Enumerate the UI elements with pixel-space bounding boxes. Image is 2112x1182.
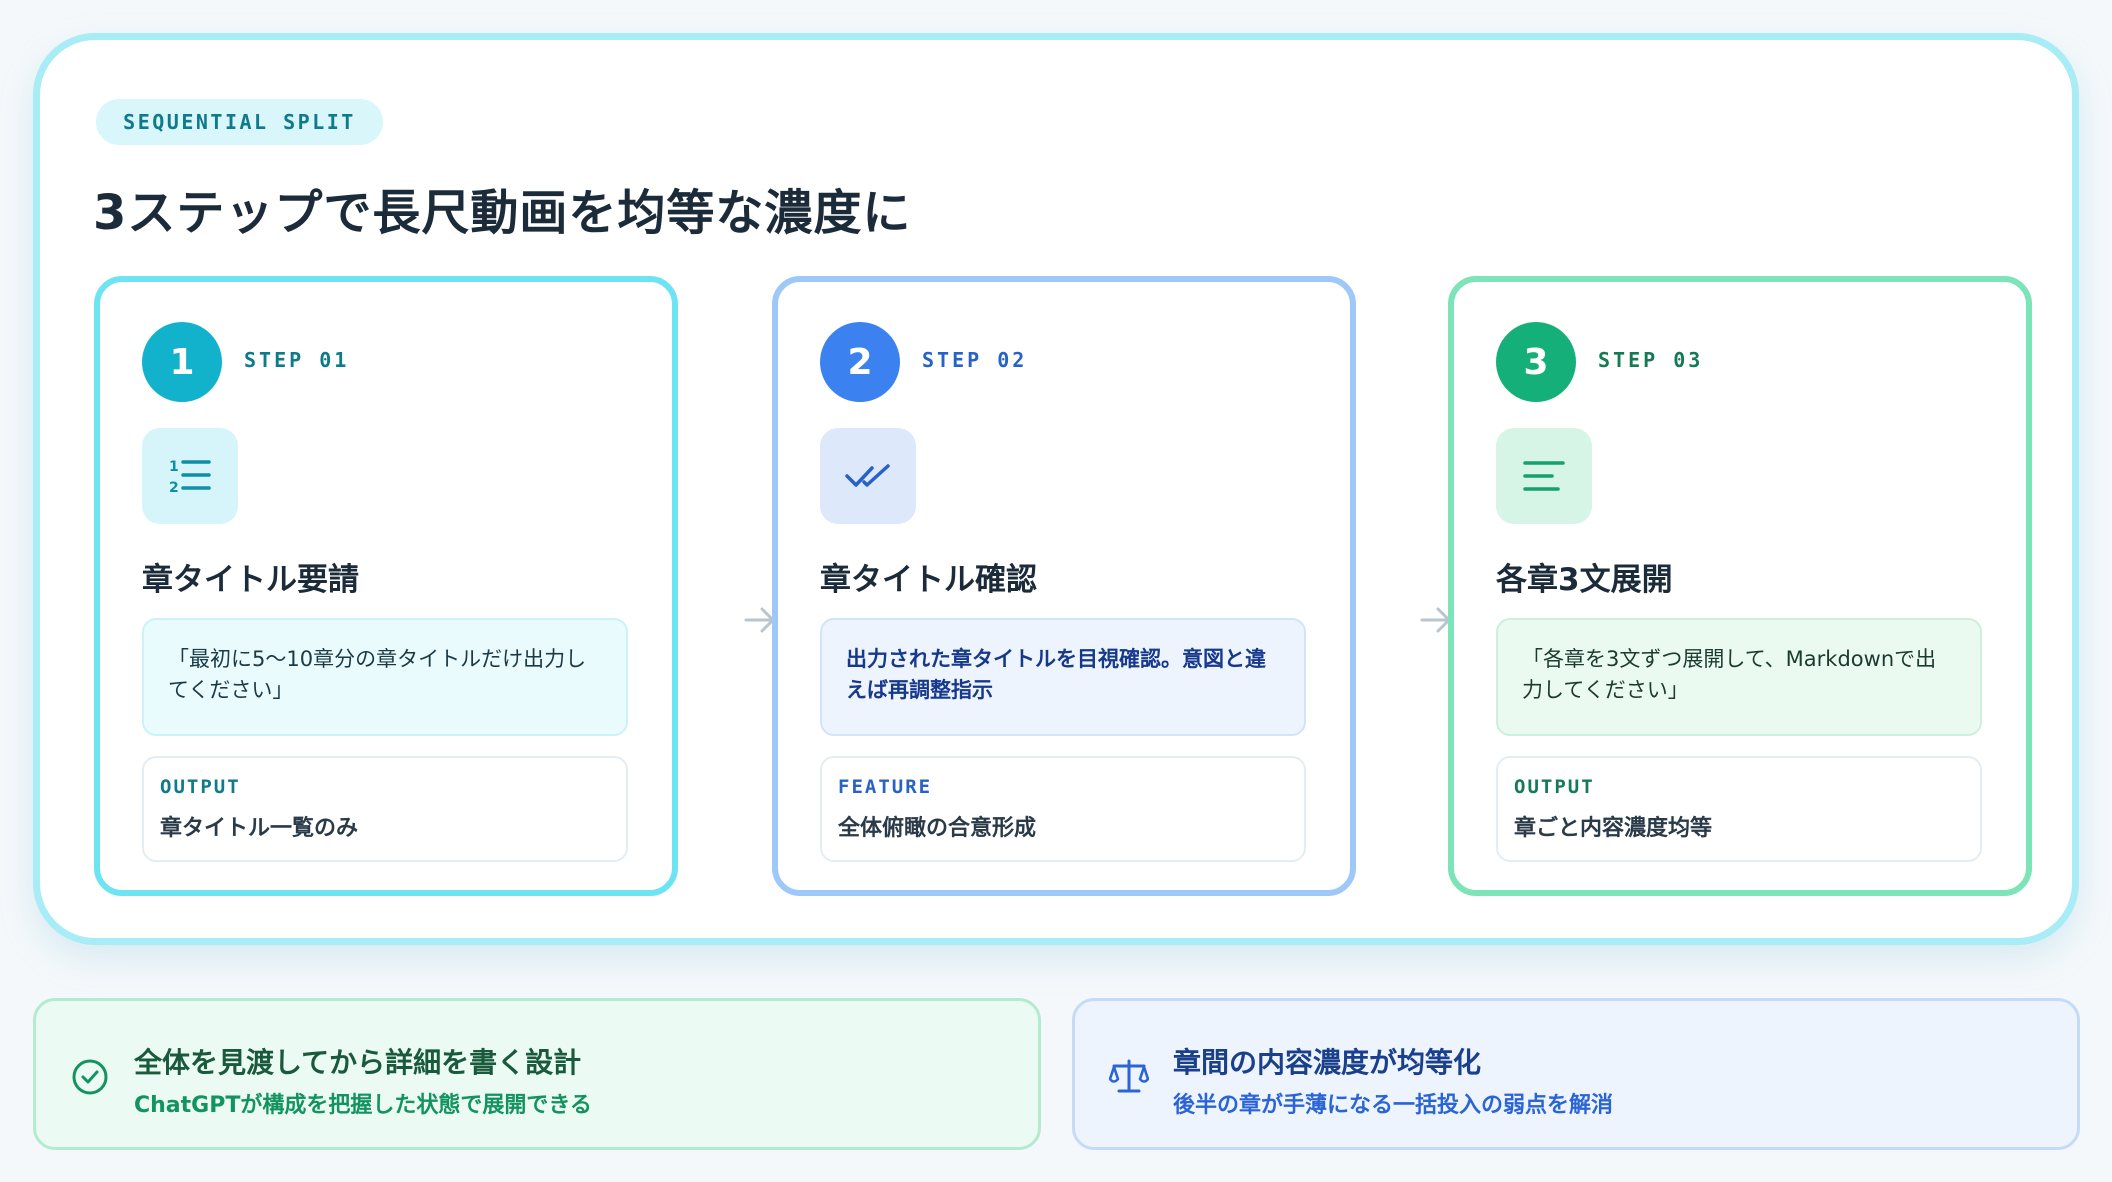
check-circle-icon (72, 1059, 108, 1095)
step-title: 章タイトル要請 (142, 562, 359, 598)
page-title: 3ステップで長尺動画を均等な濃度に (93, 185, 912, 241)
step-label: STEP 03 (1598, 348, 1704, 372)
step-output-box: OUTPUT 章ごと内容濃度均等 (1496, 756, 1982, 862)
step-number-badge: 1 (142, 322, 222, 402)
note-subtitle: ChatGPTが構成を把握した状態で展開できる (134, 1093, 592, 1118)
svg-text:2: 2 (169, 480, 179, 496)
step-prompt: 「各章を3文ずつ展開して、Markdownで出力してください」 (1496, 618, 1982, 736)
scale-icon (1109, 1059, 1149, 1093)
step-title: 各章3文展開 (1496, 562, 1673, 598)
step-card-3: 3 STEP 03 各章3文展開 「各章を3文ずつ展開して、Markdownで出… (1448, 276, 2032, 896)
double-check-icon (820, 428, 916, 524)
step-prompt: 出力された章タイトルを目視確認。意図と違えば再調整指示 (820, 618, 1306, 736)
step-number-badge: 3 (1496, 322, 1576, 402)
note-title: 章間の内容濃度が均等化 (1173, 1046, 1482, 1079)
step-label: STEP 01 (244, 348, 350, 372)
output-value: 章ごと内容濃度均等 (1514, 816, 1713, 841)
svg-text:1: 1 (169, 459, 179, 475)
step-output-box: FEATURE 全体俯瞰の合意形成 (820, 756, 1306, 862)
step-label: STEP 02 (922, 348, 1028, 372)
step-card-2: 2 STEP 02 章タイトル確認 出力された章タイトルを目視確認。意図と違えば… (772, 276, 1356, 896)
output-label: FEATURE (838, 776, 933, 798)
note-card-balance: 章間の内容濃度が均等化 後半の章が手薄になる一括投入の弱点を解消 (1072, 998, 2080, 1150)
step-number-badge: 2 (820, 322, 900, 402)
step-title: 章タイトル確認 (820, 562, 1037, 598)
note-title: 全体を見渡してから詳細を書く設計 (134, 1046, 582, 1079)
output-value: 全体俯瞰の合意形成 (838, 816, 1037, 841)
output-label: OUTPUT (160, 776, 241, 798)
align-left-icon (1496, 428, 1592, 524)
step-prompt: 「最初に5〜10章分の章タイトルだけ出力してください」 (142, 618, 628, 736)
step-card-1: 1 STEP 01 1 2 章タイトル要請 「最初に5〜10章分の章タイトルだけ… (94, 276, 678, 896)
step-output-box: OUTPUT 章タイトル一覧のみ (142, 756, 628, 862)
output-value: 章タイトル一覧のみ (160, 816, 359, 841)
note-subtitle: 後半の章が手薄になる一括投入の弱点を解消 (1173, 1093, 1614, 1118)
numbered-list-icon: 1 2 (142, 428, 238, 524)
output-label: OUTPUT (1514, 776, 1595, 798)
section-tag: SEQUENTIAL SPLIT (96, 99, 383, 145)
note-card-design: 全体を見渡してから詳細を書く設計 ChatGPTが構成を把握した状態で展開できる (33, 998, 1041, 1150)
main-card: SEQUENTIAL SPLIT 3ステップで長尺動画を均等な濃度に 1 STE… (33, 33, 2079, 945)
